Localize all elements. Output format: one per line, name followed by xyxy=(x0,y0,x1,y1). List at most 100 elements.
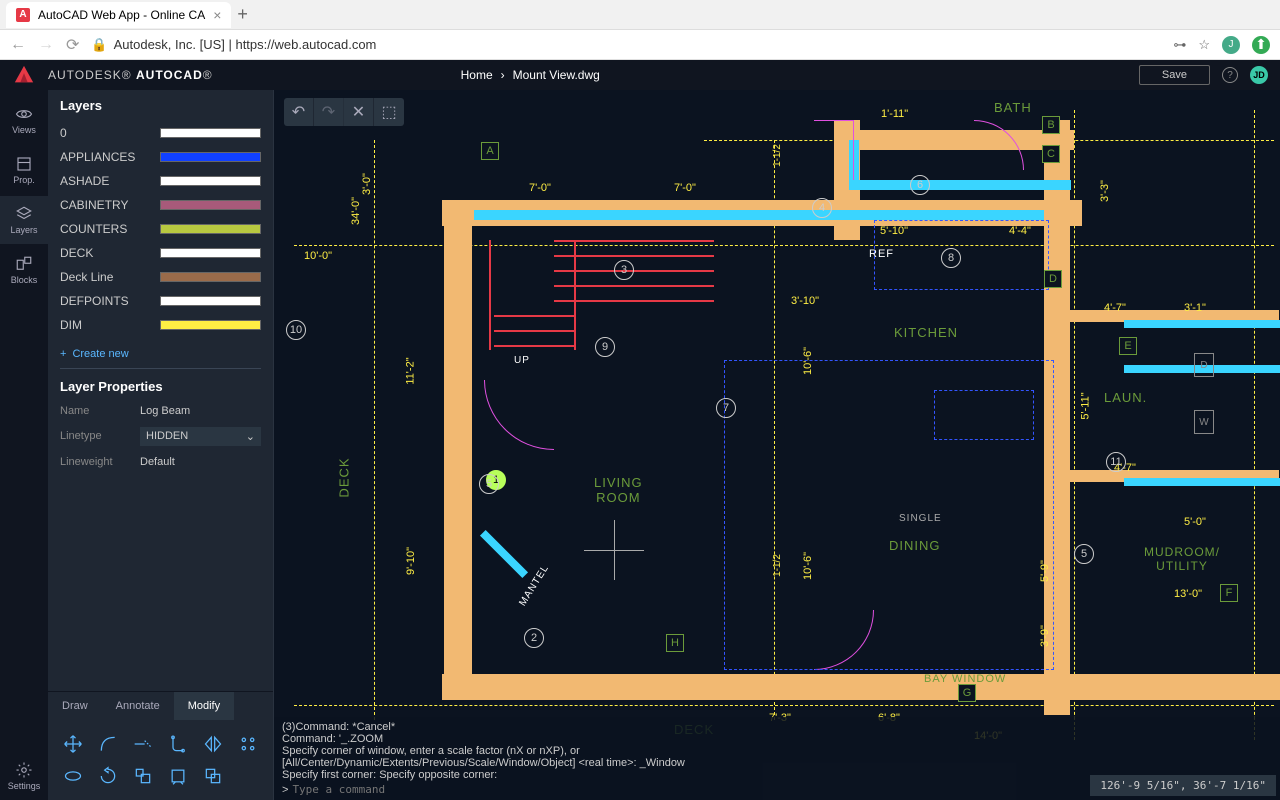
tool-scale[interactable] xyxy=(128,762,159,790)
appliance-d: D xyxy=(1194,353,1214,377)
layer-item[interactable]: CABINETRY xyxy=(48,193,273,217)
breadcrumb[interactable]: Home › Mount View.dwg xyxy=(461,68,600,82)
avatar[interactable]: JD xyxy=(1250,66,1268,84)
drawing-canvas[interactable]: DECK BATH KITCHEN LIVING ROOM DINING LAU… xyxy=(274,90,1280,800)
rail-views[interactable]: Views xyxy=(0,96,48,144)
dim-11-2: 11'-2" xyxy=(405,357,417,384)
crumb-home[interactable]: Home xyxy=(461,68,493,82)
dim-7-0a: 7'-0" xyxy=(529,182,551,194)
tool-copy[interactable] xyxy=(197,762,228,790)
autocad-logo xyxy=(0,64,48,86)
dim-13-0: 13'-0" xyxy=(1174,588,1202,600)
hex-b: B xyxy=(1042,116,1060,134)
redo-icon[interactable]: ↷ xyxy=(314,98,344,126)
tab-title: AutoCAD Web App - Online CA xyxy=(38,8,205,22)
layers-list[interactable]: 0APPLIANCESASHADECABINETRYCOUNTERSDECKDe… xyxy=(48,121,273,340)
dim-3-1: 3'-1" xyxy=(1184,302,1206,314)
dim-5-11: 5'-11" xyxy=(1080,392,1092,419)
label-kitchen: KITCHEN xyxy=(894,325,958,340)
tab-draw[interactable]: Draw xyxy=(48,692,102,720)
callout-3: 3 xyxy=(614,260,634,280)
callout-4: 4 xyxy=(812,198,832,218)
chevron-down-icon: ⌄ xyxy=(246,430,255,443)
extension-icon[interactable]: ⬆ xyxy=(1252,36,1270,54)
reload-icon[interactable]: ⟳ xyxy=(66,35,79,55)
tool-array[interactable] xyxy=(232,730,263,758)
plus-icon: + xyxy=(60,348,66,360)
layer-item[interactable]: DEFPOINTS xyxy=(48,289,273,313)
layer-item[interactable]: APPLIANCES xyxy=(48,145,273,169)
snap-icon[interactable]: ✕ xyxy=(344,98,374,126)
layer-item[interactable]: Deck Line xyxy=(48,265,273,289)
dim-3-10: 3'-10" xyxy=(791,295,819,307)
prop-name-value[interactable]: Log Beam xyxy=(140,405,261,417)
crumb-file[interactable]: Mount View.dwg xyxy=(513,68,600,82)
tool-stretch[interactable] xyxy=(58,762,89,790)
prop-linetype-select[interactable]: HIDDEN⌄ xyxy=(140,427,261,446)
callout-2: 2 xyxy=(524,628,544,648)
prop-lineweight-label: Lineweight xyxy=(60,456,140,468)
callout-5h: 5 xyxy=(479,474,499,494)
rail-blocks[interactable]: Blocks xyxy=(0,246,48,294)
canvas-nav-toolbar: ↶ ↷ ✕ ⬚ xyxy=(284,98,404,126)
create-layer-button[interactable]: +Create new xyxy=(48,340,273,368)
layer-item[interactable]: 0 xyxy=(48,121,273,145)
label-bath: BATH xyxy=(994,100,1032,115)
hex-d: D xyxy=(1044,270,1062,288)
new-tab-button[interactable]: + xyxy=(237,4,248,25)
tool-move[interactable] xyxy=(58,730,89,758)
tool-arc[interactable] xyxy=(93,730,124,758)
star-icon[interactable]: ☆ xyxy=(1198,37,1210,53)
back-icon[interactable]: ← xyxy=(10,36,26,54)
callout-10: 10 xyxy=(286,320,306,340)
autocad-favicon: A xyxy=(16,8,30,22)
hex-g: G xyxy=(958,684,976,702)
rail-layers[interactable]: Layers xyxy=(0,196,48,244)
label-deck-left: DECK xyxy=(337,457,352,497)
help-icon[interactable]: ? xyxy=(1222,67,1238,83)
brand-text: AUTODESK® AUTOCAD® xyxy=(48,68,213,82)
layer-item[interactable]: ASHADE xyxy=(48,169,273,193)
callout-6: 6 xyxy=(910,175,930,195)
close-tab-icon[interactable]: × xyxy=(213,7,221,23)
label-ref: REF xyxy=(869,248,894,260)
dim-4-4: 4'-4" xyxy=(1009,225,1031,237)
appliance-w: W xyxy=(1194,410,1214,434)
callout-11: 11 xyxy=(1106,452,1126,472)
layer-item[interactable]: COUNTERS xyxy=(48,217,273,241)
undo-icon[interactable]: ↶ xyxy=(284,98,314,126)
key-icon[interactable]: ⊶ xyxy=(1173,37,1186,53)
tool-offset[interactable] xyxy=(163,730,194,758)
prop-lineweight-value[interactable]: Default xyxy=(140,456,261,468)
rail-properties[interactable]: Prop. xyxy=(0,146,48,194)
dim-1-1-2a: 1-1/2 xyxy=(772,144,783,167)
callout-7: 7 xyxy=(716,398,736,418)
save-button[interactable]: Save xyxy=(1139,65,1210,85)
tab-annotate[interactable]: Annotate xyxy=(102,692,174,720)
tool-trim[interactable] xyxy=(128,730,159,758)
profile-badge[interactable]: J xyxy=(1222,36,1240,54)
tool-explode[interactable] xyxy=(163,762,194,790)
browser-tab[interactable]: A AutoCAD Web App - Online CA × xyxy=(6,2,231,28)
callout-9: 9 xyxy=(595,337,615,357)
label-single: SINGLE xyxy=(899,513,942,524)
label-dining: DINING xyxy=(889,538,941,553)
status-coords: 126'-9 5/16", 36'-7 1/16" xyxy=(1090,775,1276,796)
select-window-icon[interactable]: ⬚ xyxy=(374,98,404,126)
tab-modify[interactable]: Modify xyxy=(174,692,234,720)
layer-item[interactable]: DECK xyxy=(48,241,273,265)
hex-h: H xyxy=(666,634,684,652)
rail-settings[interactable]: Settings xyxy=(0,752,48,800)
dim-7-0b: 7'-0" xyxy=(674,182,696,194)
layer-properties-title: Layer Properties xyxy=(48,369,273,400)
layer-item[interactable]: DIM xyxy=(48,313,273,337)
dim-34-0: 34'-0" xyxy=(350,197,362,225)
dim-5-10: 5'-10" xyxy=(880,225,908,237)
url-text[interactable]: Autodesk, Inc. [US] | https://web.autoca… xyxy=(114,37,377,52)
label-laundry: LAUN. xyxy=(1104,390,1147,405)
tool-mirror[interactable] xyxy=(197,730,228,758)
callout-5: 5 xyxy=(1074,544,1094,564)
tool-rotate[interactable] xyxy=(93,762,124,790)
dim-10-6b: 10'-6" xyxy=(802,552,814,580)
dim-3-3: 3'-3" xyxy=(1099,180,1111,202)
